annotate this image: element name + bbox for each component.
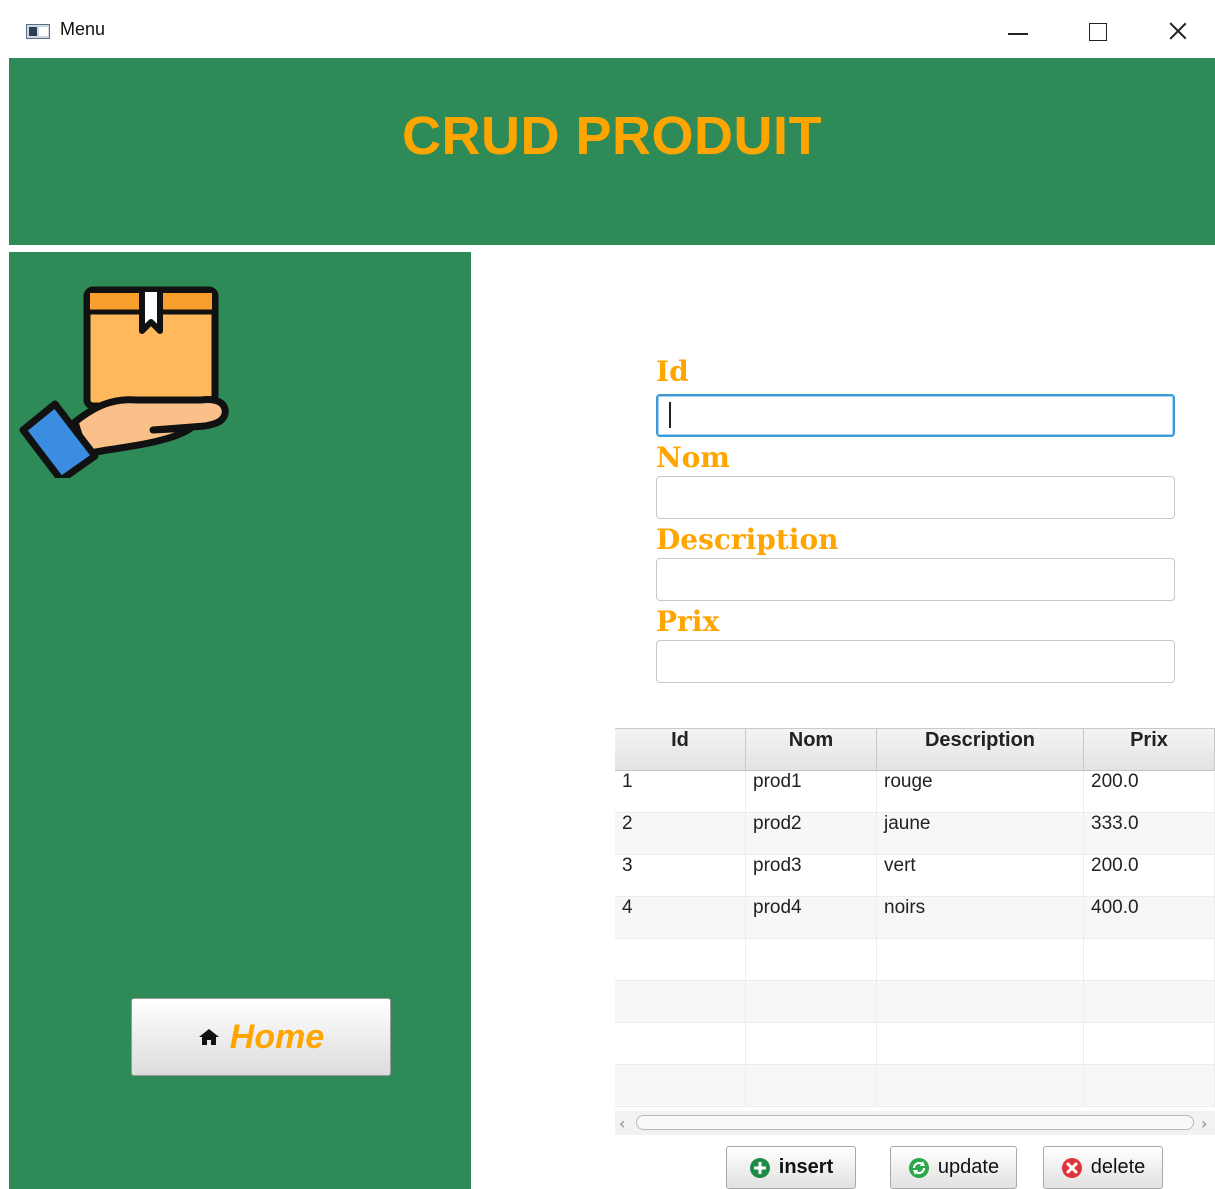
nom-field[interactable] xyxy=(656,476,1175,519)
column-header-description[interactable]: Description xyxy=(877,729,1084,771)
cell-description: noirs xyxy=(877,897,1084,939)
cell-id: 1 xyxy=(615,771,746,813)
column-header-prix[interactable]: Prix xyxy=(1084,729,1215,771)
table-row[interactable]: 4 prod4 noirs 400.0 xyxy=(615,897,1215,939)
empty-row xyxy=(615,939,1215,981)
scroll-left-icon[interactable]: ‹ xyxy=(619,1114,625,1133)
hand-holding-box-icon xyxy=(19,286,229,478)
empty-row xyxy=(615,1065,1215,1107)
update-button-label: update xyxy=(937,1156,1000,1178)
prix-field[interactable] xyxy=(656,640,1175,683)
empty-row xyxy=(615,981,1215,1023)
maximize-icon[interactable] xyxy=(1078,14,1118,48)
cell-nom: prod3 xyxy=(746,855,877,897)
page-title: CRUD PRODUIT xyxy=(402,106,822,166)
table-row[interactable]: 1 prod1 rouge 200.0 xyxy=(615,771,1215,813)
text-caret xyxy=(669,402,671,428)
empty-row xyxy=(615,1023,1215,1065)
cell-prix: 200.0 xyxy=(1084,855,1215,897)
insert-button[interactable]: insert xyxy=(726,1146,856,1189)
prix-label: Prix xyxy=(656,605,720,638)
id-label: Id xyxy=(656,355,689,388)
column-header-id[interactable]: Id xyxy=(615,729,746,771)
delete-button-label: delete xyxy=(1090,1156,1146,1178)
home-button-label: Home xyxy=(229,1017,325,1056)
nom-label: Nom xyxy=(656,441,730,474)
cell-nom: prod2 xyxy=(746,813,877,855)
cell-description: rouge xyxy=(877,771,1084,813)
plus-circle-icon xyxy=(749,1157,770,1178)
description-label: Description xyxy=(656,523,839,556)
cell-description: jaune xyxy=(877,813,1084,855)
home-icon xyxy=(198,1029,219,1045)
cell-nom: prod1 xyxy=(746,771,877,813)
cell-id: 2 xyxy=(615,813,746,855)
cell-id: 4 xyxy=(615,897,746,939)
header-banner: CRUD PRODUIT xyxy=(9,58,1215,245)
horizontal-scrollbar[interactable]: ‹ › xyxy=(615,1111,1215,1135)
delete-button[interactable]: delete xyxy=(1043,1146,1163,1189)
column-header-nom[interactable]: Nom xyxy=(746,729,877,771)
home-button[interactable]: Home xyxy=(131,998,391,1076)
close-icon[interactable] xyxy=(1158,14,1198,48)
minimize-icon[interactable] xyxy=(998,14,1038,48)
cell-description: vert xyxy=(877,855,1084,897)
table-row[interactable]: 3 prod3 vert 200.0 xyxy=(615,855,1215,897)
x-circle-icon xyxy=(1061,1157,1082,1178)
sidebar: Home xyxy=(9,252,471,1189)
title-bar: Menu xyxy=(0,0,1215,60)
products-table[interactable]: Id Nom Description Prix 1 prod1 rouge 20… xyxy=(615,728,1215,1134)
cell-prix: 400.0 xyxy=(1084,897,1215,939)
cell-prix: 333.0 xyxy=(1084,813,1215,855)
cell-nom: prod4 xyxy=(746,897,877,939)
description-field[interactable] xyxy=(656,558,1175,601)
app-window: Menu CRUD PRODUIT Home Id Nom Descriptio… xyxy=(0,0,1215,1189)
cell-prix: 200.0 xyxy=(1084,771,1215,813)
cell-id: 3 xyxy=(615,855,746,897)
refresh-icon xyxy=(908,1157,929,1178)
scrollbar-thumb[interactable] xyxy=(636,1115,1194,1130)
update-button[interactable]: update xyxy=(890,1146,1017,1189)
table-row[interactable]: 2 prod2 jaune 333.0 xyxy=(615,813,1215,855)
id-field[interactable] xyxy=(656,394,1175,437)
table-header: Id Nom Description Prix xyxy=(615,729,1215,771)
app-icon xyxy=(26,24,50,39)
window-title: Menu xyxy=(60,19,106,39)
insert-button-label: insert xyxy=(778,1156,834,1178)
scroll-right-icon[interactable]: › xyxy=(1201,1114,1207,1133)
